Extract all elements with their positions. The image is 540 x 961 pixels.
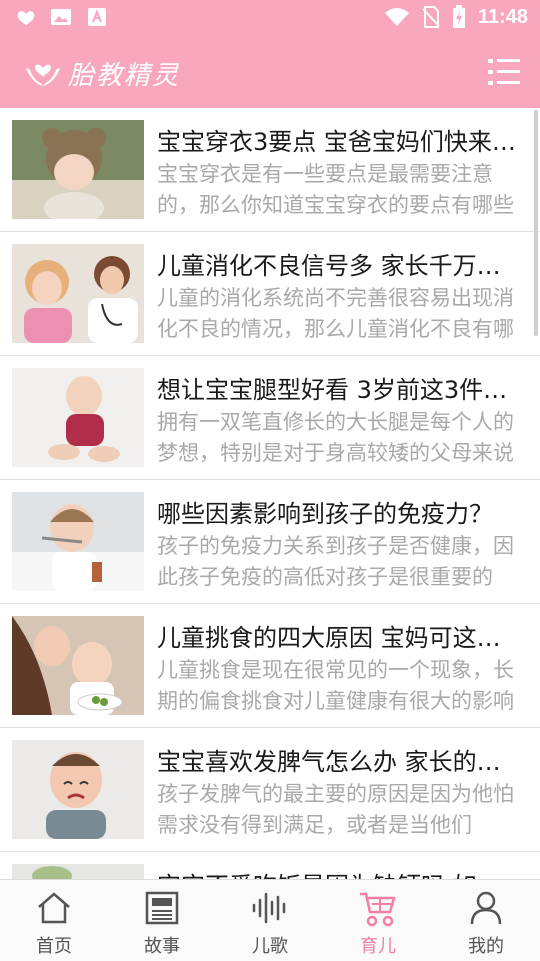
article-summary: 拥有一双笔直修长的大长腿是每个人的梦想，特别是对于身高较矮的父母来说	[157, 410, 514, 465]
soundwave-icon	[252, 892, 286, 924]
article-item[interactable]: 宝宝喜欢发脾气怎么办 家长的正确做法 孩子发脾气的最主要的原因是因为他怕需求没有…	[0, 728, 540, 852]
article-list[interactable]: 宝宝穿衣3要点 宝爸宝妈们快来了解 宝宝穿衣是有一些要点是最需要注意的，那么你知…	[0, 108, 540, 879]
article-thumbnail	[12, 368, 144, 467]
article-item[interactable]: 宝宝穿衣3要点 宝爸宝妈们快来了解 宝宝穿衣是有一些要点是最需要注意的，那么你知…	[0, 108, 540, 232]
system-status: 11:48	[384, 5, 528, 29]
article-item[interactable]: 宝宝不爱吃饭是因为缺钙吗 如何判断	[0, 852, 540, 879]
article-title[interactable]: 宝宝穿衣3要点 宝爸宝妈们快来了解	[157, 122, 517, 157]
article-thumbnail	[12, 740, 144, 839]
article-summary: 儿童的消化系统尚不完善很容易出现消化不良的情况，那么儿童消化不良有哪些信号	[157, 286, 514, 341]
article-summary: 孩子发脾气的最主要的原因是因为他怕需求没有得到满足，或者是当他们	[157, 782, 514, 837]
store-notification-icon	[86, 7, 108, 27]
article-thumbnail	[12, 120, 144, 219]
article-title[interactable]: 宝宝喜欢发脾气怎么办 家长的正确做法	[157, 742, 517, 777]
newspaper-icon	[145, 891, 179, 925]
article-item[interactable]: 哪些因素影响到孩子的免疫力？ 孩子的免疫力关系到孩子是否健康，因此孩子免疫的高低…	[0, 480, 540, 604]
article-item[interactable]: 儿童挑食的四大原因 宝妈可这样应对 儿童挑食是现在很常见的一个现象，长期的偏食挑…	[0, 604, 540, 728]
home-icon	[38, 892, 70, 924]
hands-heart-logo-icon	[25, 64, 61, 87]
article-title[interactable]: 宝宝不爱吃饭是因为缺钙吗 如何判断	[157, 866, 517, 879]
tab-story[interactable]: 故事	[108, 880, 216, 961]
notification-icons	[14, 7, 108, 27]
article-title[interactable]: 哪些因素影响到孩子的免疫力？	[157, 494, 517, 529]
article-summary: 宝宝穿衣是有一些要点是最需要注意的，那么你知道宝宝穿衣的要点有哪些吗	[157, 162, 514, 217]
article-item[interactable]: 想让宝宝腿型好看 3岁前这3件事别做 拥有一双笔直修长的大长腿是每个人的梦想，特…	[0, 356, 540, 480]
no-sim-icon	[422, 6, 440, 28]
battery-charging-icon	[452, 5, 465, 28]
tab-parenting[interactable]: 育儿	[324, 880, 432, 961]
article-title[interactable]: 想让宝宝腿型好看 3岁前这3件事别做	[157, 370, 517, 405]
bottom-tab-bar: 首页 故事 儿歌 育儿 我的	[0, 879, 540, 961]
clock: 11:48	[477, 5, 528, 28]
article-thumbnail	[12, 864, 144, 879]
status-bar: 11:48	[0, 0, 540, 36]
menu-list-icon[interactable]	[488, 58, 520, 86]
article-title[interactable]: 儿童挑食的四大原因 宝妈可这样应对	[157, 618, 517, 653]
tab-label: 儿歌	[252, 936, 288, 957]
article-thumbnail	[12, 616, 144, 715]
tab-label: 首页	[36, 936, 72, 957]
tab-home[interactable]: 首页	[0, 880, 108, 961]
article-title[interactable]: 儿童消化不良信号多 家长千万别忽视	[157, 246, 517, 281]
article-summary: 儿童挑食是现在很常见的一个现象，长期的偏食挑食对儿童健康有很大的影响	[157, 658, 514, 713]
article-thumbnail	[12, 492, 144, 591]
stroller-icon	[360, 892, 396, 927]
article-item[interactable]: 儿童消化不良信号多 家长千万别忽视 儿童的消化系统尚不完善很容易出现消化不良的情…	[0, 232, 540, 356]
app-title: 胎教精灵	[68, 61, 181, 91]
tab-mine[interactable]: 我的	[432, 880, 540, 961]
image-notification-icon	[50, 7, 72, 27]
tab-label: 我的	[468, 936, 504, 957]
user-icon	[470, 891, 502, 925]
app-bar: 胎教精灵	[0, 36, 540, 108]
tab-label: 育儿	[360, 936, 396, 957]
tab-label: 故事	[144, 936, 180, 957]
article-thumbnail	[12, 244, 144, 343]
article-summary: 孩子的免疫力关系到孩子是否健康，因此孩子免疫的高低对孩子是很重要的	[157, 534, 514, 589]
tab-songs[interactable]: 儿歌	[216, 880, 324, 961]
app-notification-icon	[14, 7, 36, 27]
wifi-icon	[384, 8, 409, 26]
scrollbar[interactable]	[534, 110, 538, 336]
